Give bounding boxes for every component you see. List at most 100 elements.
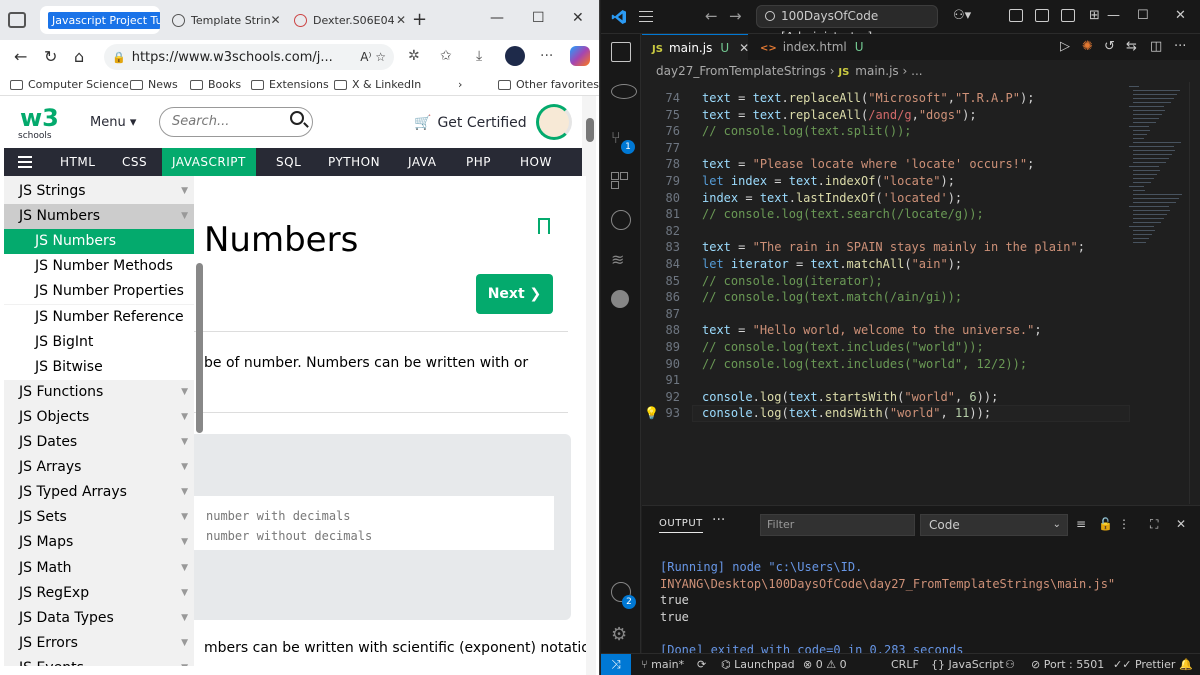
workspaces-icon[interactable] (8, 12, 26, 28)
sidebar-item[interactable]: JS Typed Arrays ▼ (4, 480, 194, 505)
nav-javascript[interactable]: JAVASCRIPT (162, 148, 256, 176)
output-channel-select[interactable]: Code ⌄ (920, 514, 1068, 536)
status-language[interactable]: {} JavaScript (931, 654, 1004, 675)
sidebar-item[interactable]: JS Maps ▼ (4, 530, 194, 555)
code-line[interactable]: 81 // console.log(text.search(/locate/g))… (642, 206, 1122, 223)
sidebar-item[interactable]: JS Number Methods (4, 254, 194, 280)
code-line[interactable]: 82 (642, 223, 1122, 240)
more-actions-icon[interactable]: ⋮ (1118, 517, 1130, 531)
code-line[interactable]: 90 // console.log(text.includes("world", … (642, 356, 1122, 373)
sidebar-item[interactable]: JS RegExp ▼ (4, 581, 194, 606)
extensions-icon[interactable]: ✲ (408, 48, 420, 64)
bookmark-other-favorites[interactable]: Other favorites (498, 78, 599, 91)
go-live-icon[interactable]: ✺ (1082, 39, 1093, 54)
customize-layout-icon[interactable]: ⊞ (1089, 8, 1100, 23)
nav-python[interactable]: PYTHON (318, 148, 390, 176)
copilot-icon[interactable] (570, 46, 590, 66)
output-filter-input[interactable]: Filter (760, 514, 915, 536)
clear-output-icon[interactable]: ≡ (1076, 517, 1086, 531)
toggle-sidebar-icon[interactable] (1009, 9, 1023, 22)
code-line[interactable]: 91 (642, 372, 1122, 389)
code-line[interactable]: 78 text = "Please locate where 'locate' o… (642, 156, 1122, 173)
sidebar-item[interactable]: JS Numbers ▼ (4, 204, 194, 230)
status-launchpad[interactable]: ⌬ Launchpad (721, 654, 795, 675)
sidebar-item[interactable]: JS Number Reference (4, 304, 194, 330)
code-line[interactable]: 83 text = "The rain in SPAIN stays mainly… (642, 239, 1122, 256)
extensions-icon[interactable] (611, 172, 631, 192)
next-button[interactable]: Next ❯ (476, 274, 553, 314)
sidebar-item[interactable]: JS BigInt (4, 329, 194, 355)
get-certified-button[interactable]: 🛒 Get Certified (414, 115, 527, 131)
nav-css[interactable]: CSS (112, 148, 157, 176)
read-aloud-icon[interactable]: A⁾ ☆ (360, 50, 394, 64)
code-editor[interactable]: 74 text = text.replaceAll("Microsoft","T.… (642, 82, 1200, 504)
search-icon[interactable] (611, 84, 637, 99)
code-line[interactable]: 87 (642, 306, 1122, 323)
minimize-icon[interactable]: — (1107, 8, 1120, 23)
sidebar-item[interactable]: JS Math ▼ (4, 556, 194, 581)
lightbulb-icon[interactable]: 💡 (644, 405, 659, 422)
more-icon[interactable]: ··· (540, 48, 553, 64)
status-problems[interactable]: ⊗ 0 ⚠ 0 (803, 654, 847, 675)
close-icon[interactable]: ✕ (739, 41, 749, 55)
minimap[interactable] (1129, 82, 1189, 252)
code-line[interactable]: 76 // console.log(text.split()); (642, 123, 1122, 140)
home-icon[interactable]: ⌂ (74, 47, 84, 66)
editor-scrollbar[interactable] (1189, 82, 1200, 504)
status-prettier[interactable]: ✓✓ Prettier (1113, 654, 1175, 675)
close-icon[interactable]: ✕ (271, 13, 281, 27)
sidebar-item[interactable]: JS Bitwise (4, 354, 194, 380)
nav-sql[interactable]: SQL (266, 148, 311, 176)
favorites-icon[interactable]: ✩ (440, 48, 452, 64)
gear-icon[interactable]: ⚙ (611, 624, 631, 645)
sidebar-item[interactable]: JS Dates ▼ (4, 430, 194, 455)
bookmark-icon[interactable] (538, 218, 550, 234)
bookmark-news[interactable]: News (130, 78, 178, 91)
launchpad-icon[interactable] (611, 290, 629, 308)
timeline-icon[interactable]: ↺ (1104, 39, 1115, 54)
github-icon[interactable] (611, 210, 631, 230)
toggle-secondary-sidebar-icon[interactable] (1061, 9, 1075, 22)
code-line[interactable]: 92 console.log(text.startsWith("world", 6… (642, 389, 1122, 406)
lock-icon[interactable]: 🔓 (1098, 517, 1113, 531)
profile-avatar[interactable] (505, 46, 525, 66)
browser-tab-2[interactable]: Template Strin ✕ (164, 6, 282, 34)
sidebar-item[interactable]: JS Sets ▼ (4, 505, 194, 530)
code-line[interactable]: 84 let iterator = text.matchAll("ain"); (642, 256, 1122, 273)
bookmark-books[interactable]: Books (190, 78, 241, 91)
breadcrumb-symbol[interactable]: ... (911, 64, 922, 78)
sidebar-item[interactable]: JS Errors ▼ (4, 631, 194, 656)
accounts-icon[interactable]: 2 (611, 582, 636, 609)
back-arrow-icon[interactable]: ← (705, 7, 718, 25)
new-tab-button[interactable]: + (412, 9, 427, 30)
maximize-panel-icon[interactable]: ⛶ (1150, 517, 1158, 532)
database-icon[interactable]: ≋ (611, 250, 631, 270)
sidebar-item[interactable]: JS Functions ▼ (4, 380, 194, 405)
status-port[interactable]: ⊘ Port : 5501 (1031, 654, 1104, 675)
sidebar-item[interactable]: JS Strings ▼ (4, 179, 194, 204)
close-icon[interactable]: ✕ (396, 13, 406, 27)
menu-button[interactable]: Menu ▾ (90, 115, 136, 130)
browser-tab-1[interactable]: Javascript Project Tut (40, 6, 160, 34)
tab-main-js[interactable]: JS main.js U ✕ (642, 34, 749, 60)
nav-php[interactable]: PHP (456, 148, 501, 176)
toggle-panel-icon[interactable] (1035, 9, 1049, 22)
chevron-right-icon[interactable]: › (458, 78, 462, 91)
code-line[interactable]: 93 console.log(text.endsWith("world", 11)… (642, 405, 1122, 422)
tab-output[interactable]: OUTPUT (659, 518, 703, 533)
site-search-input[interactable]: Search... (159, 107, 313, 137)
maximize-icon[interactable]: ☐ (532, 10, 545, 26)
more-icon[interactable]: ··· (712, 512, 725, 528)
hamburger-icon[interactable] (18, 156, 32, 168)
explorer-icon[interactable] (611, 42, 631, 62)
bookmark-computer-science[interactable]: Computer Science (10, 78, 129, 91)
source-control-icon[interactable]: ⑂ 1 (611, 128, 635, 154)
code-line[interactable]: 74 text = text.replaceAll("Microsoft","T.… (642, 90, 1122, 107)
status-eol[interactable]: CRLF (891, 654, 919, 675)
tab-index-html[interactable]: <> index.html U (750, 34, 864, 60)
close-window-icon[interactable]: ✕ (572, 10, 584, 26)
breadcrumb-folder[interactable]: day27_FromTemplateStrings (656, 64, 826, 78)
forward-arrow-icon[interactable]: → (729, 7, 742, 25)
close-panel-icon[interactable]: ✕ (1176, 517, 1186, 531)
compare-icon[interactable]: ⇆ (1126, 39, 1137, 54)
